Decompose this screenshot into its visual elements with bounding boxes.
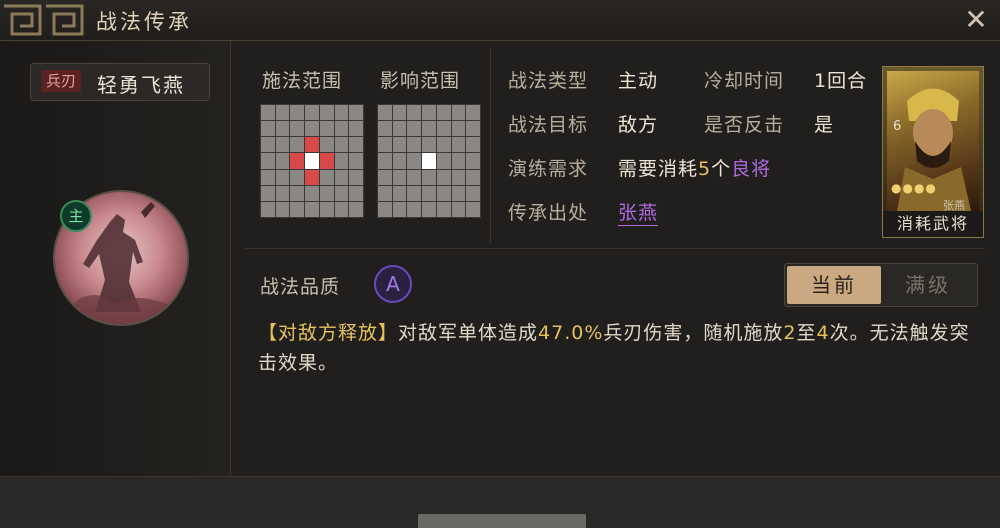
- hero-card-caption: 消耗武将: [883, 211, 983, 237]
- skill-name: 轻勇飞燕: [97, 73, 185, 97]
- skill-type-value: 主动: [618, 70, 659, 92]
- cast-range-label: 施法范围: [262, 70, 343, 92]
- effect-range-label: 影响范围: [380, 70, 461, 92]
- skill-type-label: 战法类型: [508, 70, 589, 92]
- cast-range-grid: [260, 104, 364, 218]
- requirement-label: 演练需求: [508, 158, 589, 180]
- cooldown-value: 1回合: [814, 70, 868, 92]
- close-icon[interactable]: ✕: [960, 4, 992, 36]
- counter-label: 是否反击: [704, 114, 785, 136]
- hero-level: 6: [893, 119, 902, 134]
- main-role-badge: 主: [60, 200, 92, 232]
- hero-stars: ●●●●: [891, 181, 937, 195]
- skill-name-box: 兵刃 轻勇飞燕: [30, 63, 210, 101]
- tab-current[interactable]: 当前: [787, 266, 881, 304]
- skill-description: 【对敌方释放】对敌军单体造成47.0%兵刃伤害，随机施放2至4次。无法触发突击效…: [258, 322, 970, 374]
- footer-button[interactable]: [418, 514, 586, 528]
- window-title: 战法传承: [96, 10, 192, 34]
- skill-type-tag: 兵刃: [41, 70, 82, 92]
- effect-range-grid: [377, 104, 481, 218]
- origin-label: 传承出处: [508, 202, 589, 224]
- hero-card[interactable]: 6 ●●●● 张燕 消耗武将: [882, 66, 984, 238]
- hero-portrait: 6 ●●●● 张燕: [887, 71, 979, 212]
- origin-link[interactable]: 张燕: [618, 198, 659, 226]
- requirement-value: 需要消耗5个良将: [618, 158, 772, 180]
- counter-value: 是: [814, 114, 835, 136]
- level-toggle: 当前 满级: [784, 263, 978, 307]
- divider: [245, 248, 985, 249]
- skill-target-value: 敌方: [618, 114, 659, 136]
- ornament-icon: [4, 4, 84, 36]
- quality-label: 战法品质: [260, 276, 341, 298]
- divider: [490, 48, 491, 243]
- tab-max-level[interactable]: 满级: [881, 266, 975, 304]
- footer-bar: [0, 476, 1000, 528]
- cooldown-label: 冷却时间: [704, 70, 785, 92]
- quality-grade-badge: A: [374, 265, 412, 303]
- title-bar: 战法传承 ✕: [0, 0, 1000, 41]
- skill-target-label: 战法目标: [508, 114, 589, 136]
